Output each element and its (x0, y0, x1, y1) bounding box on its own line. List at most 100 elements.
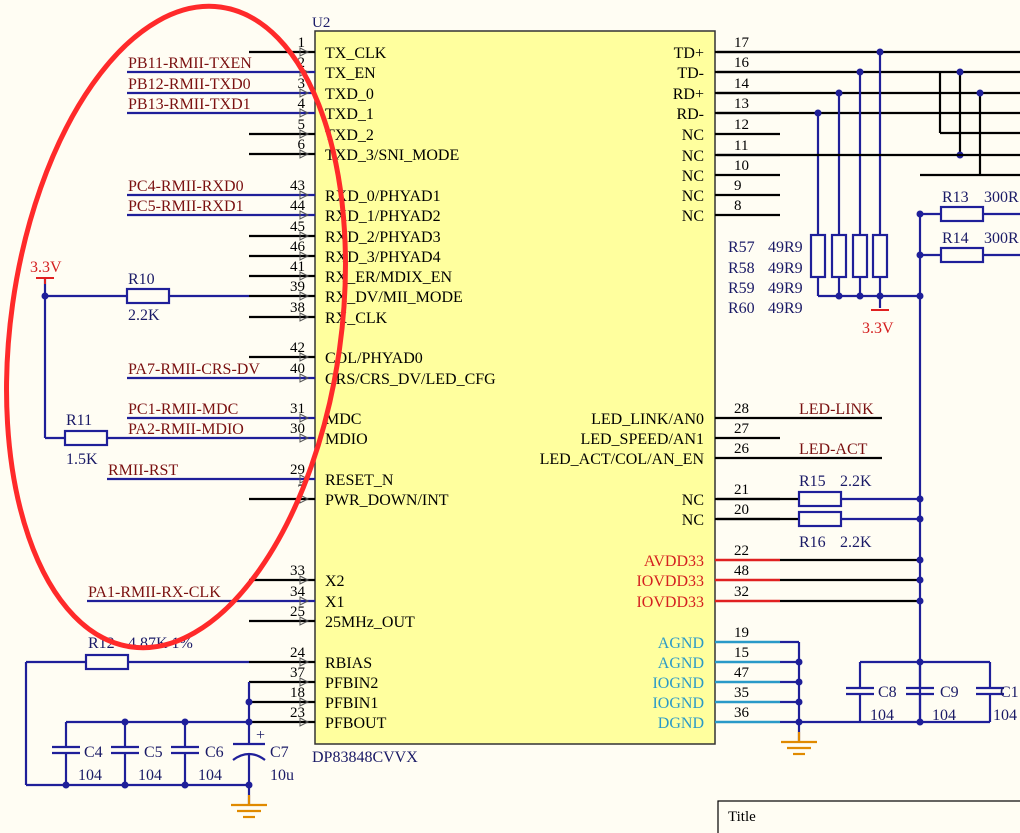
power-symbol-left: 3.3V (30, 259, 62, 284)
pin-name: NC (682, 168, 704, 185)
resistor-r16: R16 2.2K (797, 510, 872, 551)
pin-name: IOGND (652, 695, 704, 712)
pin-number: 9 (734, 178, 742, 194)
pin-name: TXD_3/SNI_MODE (325, 147, 459, 164)
pin-name: NC (682, 188, 704, 205)
c6-designator: C6 (205, 744, 224, 761)
pin-name: RX_CLK (325, 310, 388, 327)
pin-name: TX_CLK (325, 45, 387, 62)
resistor-r13: R13 300R (939, 189, 1019, 223)
c4-value: 104 (78, 767, 102, 784)
c7-polarity: + (256, 727, 265, 744)
chip-designator: U2 (312, 15, 330, 31)
pin-number: 23 (290, 705, 305, 721)
r60-designator: R60 (728, 300, 755, 317)
pin-number: 12 (734, 117, 749, 133)
pin-number: 16 (734, 55, 750, 71)
capacitor-c10: C1 104 (976, 684, 1019, 724)
pin-number: 46 (290, 239, 306, 255)
pin-name: PWR_DOWN/INT (325, 492, 449, 509)
pin-number: 22 (734, 543, 749, 559)
pin-number: 45 (290, 219, 305, 235)
pin-number: 35 (734, 685, 749, 701)
pin-number: 43 (290, 178, 305, 194)
pin-name: RBIAS (325, 655, 372, 672)
pin-number: 20 (734, 502, 749, 518)
c6-value: 104 (198, 767, 222, 784)
net-label: PA7-RMII-CRS-DV (128, 361, 260, 378)
resistor-r14: R14 300R (939, 230, 1019, 264)
pin-name: MDIO (325, 431, 368, 448)
net-label: PB11-RMII-TXEN (128, 55, 252, 72)
capacitor-c8: C8 104 (846, 684, 897, 724)
resistor-r15: R15 2.2K (797, 473, 872, 508)
resistor-r60 (871, 233, 889, 279)
c10-value: 104 (993, 707, 1017, 724)
r13-designator: R13 (942, 189, 969, 206)
pin-number: 25 (290, 604, 305, 620)
pin-number: 41 (290, 259, 305, 275)
r60-value: 49R9 (768, 300, 803, 317)
pin-name: RXD_3/PHYAD4 (325, 249, 441, 266)
pin-name: PFBIN1 (325, 695, 378, 712)
c9-designator: C9 (940, 684, 959, 701)
pin-number: 39 (290, 279, 305, 295)
pin-name: PFBIN2 (325, 675, 378, 692)
pin-name: LED_SPEED/AN1 (580, 431, 704, 448)
c8-value: 104 (870, 707, 894, 724)
ground-symbol-left (231, 795, 267, 819)
pin-number: 27 (734, 421, 750, 437)
title-block: Title (717, 800, 1020, 833)
pin-number: 44 (290, 198, 306, 214)
pin-number: 34 (290, 584, 306, 600)
pin-number: 11 (734, 138, 748, 154)
pin-number: 32 (734, 584, 749, 600)
resistor-r11: R11 1.5K (63, 412, 109, 468)
pin-number: 21 (734, 482, 749, 498)
pin-number: 10 (734, 158, 749, 174)
r10-designator: R10 (128, 271, 155, 288)
r10-value: 2.2K (128, 307, 160, 324)
net-label: PC1-RMII-MDC (128, 401, 238, 418)
pin-number: 38 (290, 300, 305, 316)
c9-value: 104 (932, 707, 956, 724)
pin-name: TXD_1 (325, 106, 374, 123)
right-wiring (717, 48, 1020, 742)
pin-number: 33 (290, 563, 305, 579)
pin-number: 37 (290, 665, 306, 681)
pin-number: 29 (290, 462, 305, 478)
pin-number: 31 (290, 401, 305, 417)
c4-designator: C4 (84, 744, 103, 761)
net-label: LED-ACT (799, 441, 868, 458)
r16-designator: R16 (799, 534, 826, 551)
pin-number: 42 (290, 340, 305, 356)
left-wiring (24, 278, 253, 805)
resistor-r59 (851, 233, 869, 279)
pin-name: NC (682, 492, 704, 509)
left-pin-34: 34 X1 PA1-RMII-RX-CLK (87, 584, 345, 611)
pin-name: RD- (676, 106, 704, 123)
net-label: LED-LINK (799, 401, 874, 418)
r15-value: 2.2K (840, 473, 872, 490)
chip-part-number: DP83848CVVX (312, 749, 418, 766)
pin-name: RD+ (673, 86, 704, 103)
pin-name: LED_LINK/AN0 (591, 411, 704, 428)
pin-name: 25MHz_OUT (325, 614, 415, 631)
pin-number: 8 (734, 198, 742, 214)
pin-name: LED_ACT/COL/AN_EN (540, 451, 705, 468)
r57-value: 49R9 (768, 239, 803, 256)
pin-name: PFBOUT (325, 715, 387, 732)
pin-name: IOGND (652, 675, 704, 692)
c10-designator: C1 (1000, 684, 1019, 701)
pin-name: IOVDD33 (636, 573, 704, 590)
r15-designator: R15 (799, 473, 826, 490)
pin-name: AGND (658, 655, 704, 672)
title-label: Title (728, 809, 756, 825)
pin-name: X2 (325, 573, 345, 590)
net-label: PA1-RMII-RX-CLK (88, 584, 221, 601)
pin-number: 24 (290, 645, 306, 661)
pin-name: NC (682, 148, 704, 165)
ground-symbol-right (781, 732, 817, 756)
net-label: PC4-RMII-RXD0 (128, 178, 244, 195)
power-symbol-right: 3.3V (862, 309, 894, 337)
